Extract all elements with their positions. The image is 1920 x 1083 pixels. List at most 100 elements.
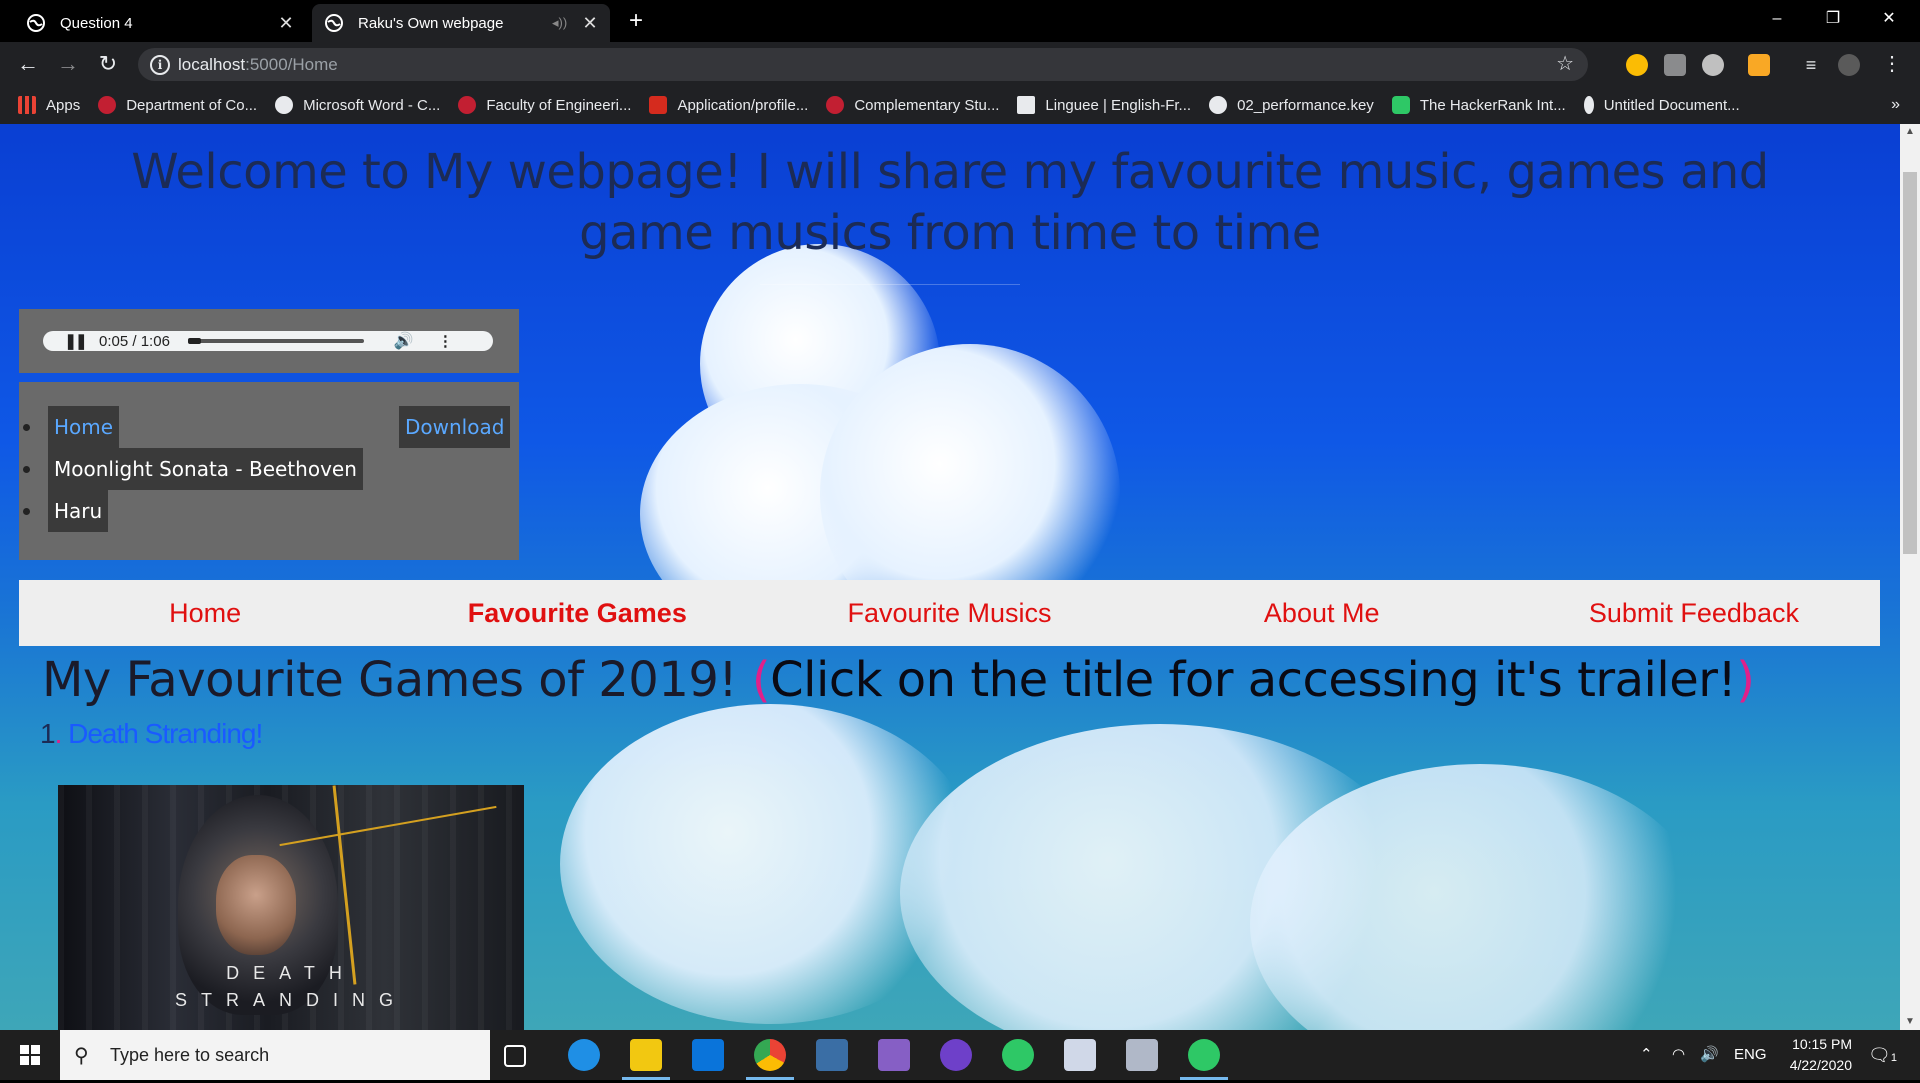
forward-arrow-icon[interactable]: → [52, 48, 84, 80]
extension-icon[interactable] [1626, 54, 1648, 76]
profile-avatar[interactable] [1838, 54, 1860, 76]
figma-icon [1583, 96, 1594, 114]
bookmarks-bar: Apps Department of Co... Microsoft Word … [0, 86, 1920, 124]
playlist-track[interactable]: Haru [48, 490, 109, 532]
bookmark-item[interactable]: Linguee | English-Fr... [1017, 96, 1191, 114]
minimize-button[interactable]: – [1749, 0, 1805, 40]
list-item: Moonlight Sonata - Beethoven [23, 448, 363, 490]
close-tab-icon[interactable]: ✕ [274, 13, 298, 34]
scroll-down-arrow-icon[interactable]: ▼ [1900, 1014, 1920, 1030]
divider [760, 284, 1020, 285]
extension-icon[interactable] [1702, 54, 1724, 76]
maple-leaf-icon [649, 96, 668, 114]
bookmark-item[interactable]: Untitled Document... [1583, 96, 1740, 114]
chrome-icon[interactable] [754, 1039, 786, 1071]
playlist-home-link[interactable]: Home [48, 406, 120, 448]
bookmarks-overflow-button[interactable]: » [1891, 86, 1900, 124]
audio-progress-bar[interactable] [187, 338, 364, 344]
bullet [23, 507, 30, 515]
system-clock[interactable]: 10:15 PM 4/22/2020 [1762, 1034, 1852, 1076]
face [216, 855, 296, 955]
restore-button[interactable]: ❐ [1805, 0, 1861, 40]
chevron-up-icon[interactable]: ⌃ [1640, 1030, 1653, 1080]
audio-playing-icon[interactable]: ◂)) [552, 15, 572, 31]
taskbar-search[interactable]: ⚲ Type here to search [60, 1030, 490, 1080]
windows-taskbar: ⚲ Type here to search ⌃ ◠ 🔊 ENG 10:15 PM… [0, 1030, 1920, 1080]
bookmark-item[interactable]: Complementary Stu... [826, 96, 999, 114]
wifi-icon[interactable]: ◠ [1672, 1030, 1685, 1080]
scroll-thumb[interactable] [1903, 172, 1917, 554]
bookmark-apps[interactable]: Apps [18, 96, 80, 114]
bookmark-item[interactable]: Application/profile... [649, 96, 808, 114]
atom-icon[interactable] [1188, 1039, 1220, 1071]
nav-about-me[interactable]: About Me [1136, 580, 1508, 646]
game-title-link[interactable]: Death Stranding! [68, 718, 263, 749]
volume-icon[interactable]: 🔊 [394, 331, 414, 351]
tab-rakus-webpage[interactable]: Raku's Own webpage ◂)) ✕ [312, 4, 610, 42]
search-icon: ⚲ [74, 1045, 89, 1067]
reload-icon[interactable]: ↻ [92, 48, 124, 80]
game-logo-line1: DEATH [226, 963, 356, 983]
page-scrollbar[interactable]: ▲ ▼ [1900, 124, 1920, 1030]
globe-icon [325, 14, 343, 32]
visual-studio-icon[interactable] [878, 1039, 910, 1071]
info-icon[interactable]: i [150, 55, 170, 75]
playlist-track[interactable]: Moonlight Sonata - Beethoven [48, 448, 363, 490]
game-cover-image[interactable]: DEATH STRANDING [58, 785, 524, 1030]
playlist: Home Download Moonlight Sonata - Beethov… [19, 382, 519, 560]
new-tab-button[interactable]: + [622, 6, 650, 36]
section-title: My Favourite Games of 2019! (Click on th… [42, 652, 1755, 708]
section-hint: Click on the title for accessing it's tr… [770, 652, 1737, 708]
list-item: 1. Death Stranding! [40, 718, 263, 749]
remote-desktop-icon[interactable] [816, 1039, 848, 1071]
bookmark-item[interactable]: 02_performance.key [1209, 96, 1374, 114]
bookmark-item[interactable]: Microsoft Word - C... [275, 96, 440, 114]
nav-home[interactable]: Home [19, 580, 391, 646]
audio-player-container: ❚❚ 0:05 / 1:06 🔊 ⋮ [19, 309, 519, 373]
more-options-icon[interactable]: ⋮ [438, 332, 453, 350]
media-control-icon[interactable]: ≡ [1800, 54, 1822, 76]
audio-time: 0:05 / 1:06 [99, 332, 170, 350]
nav-favourite-games[interactable]: Favourite Games [391, 580, 763, 646]
globe-icon [275, 96, 294, 114]
bookmark-item[interactable]: The HackerRank Int... [1391, 96, 1566, 114]
search-placeholder: Type here to search [110, 1045, 270, 1065]
volume-icon[interactable]: 🔊 [1700, 1030, 1719, 1080]
download-link[interactable]: Download [399, 406, 511, 448]
file-explorer-icon[interactable] [630, 1039, 662, 1071]
nav-submit-feedback[interactable]: Submit Feedback [1508, 580, 1880, 646]
scroll-up-arrow-icon[interactable]: ▲ [1900, 124, 1920, 140]
extension-icon[interactable] [1748, 54, 1770, 76]
close-tab-icon[interactable]: ✕ [578, 13, 602, 34]
address-bar[interactable]: i localhost:5000/Home ☆ [138, 48, 1588, 81]
bookmark-favicon-icon [98, 96, 117, 114]
edge-icon[interactable] [568, 1039, 600, 1071]
start-button[interactable] [0, 1030, 60, 1080]
github-icon[interactable] [940, 1039, 972, 1071]
bookmark-item[interactable]: Faculty of Engineeri... [458, 96, 631, 114]
app-icon[interactable] [1126, 1039, 1158, 1071]
bookmark-star-icon[interactable]: ☆ [1556, 48, 1574, 81]
bookmark-favicon-icon [826, 96, 845, 114]
nav-favourite-musics[interactable]: Favourite Musics [763, 580, 1135, 646]
hackerrank-icon [1391, 96, 1410, 114]
url-text[interactable]: localhost:5000/Home [178, 48, 338, 81]
list-item: Haru [23, 490, 109, 532]
close-window-button[interactable]: ✕ [1861, 0, 1917, 40]
package-icon[interactable] [1064, 1039, 1096, 1071]
bookmark-item[interactable]: Department of Co... [98, 96, 257, 114]
pause-icon[interactable]: ❚❚ [63, 332, 87, 350]
notifications-icon[interactable]: 🗨1 [1868, 1030, 1897, 1083]
browser-toolbar: ← → ↻ i localhost:5000/Home ☆ ≡ ⋮ [0, 42, 1920, 86]
back-arrow-icon[interactable]: ← [12, 48, 44, 80]
audio-progress-fill [187, 338, 202, 344]
task-view-icon[interactable] [504, 1045, 526, 1067]
atom-icon[interactable] [1002, 1039, 1034, 1071]
tab-question-4[interactable]: Question 4 ✕ [14, 4, 306, 42]
audio-player[interactable]: ❚❚ 0:05 / 1:06 🔊 ⋮ [43, 331, 493, 351]
extension-icon[interactable] [1664, 54, 1686, 76]
windows-logo-icon [20, 1045, 40, 1065]
bullet [23, 423, 30, 431]
mail-icon[interactable] [692, 1039, 724, 1071]
menu-dots-icon[interactable]: ⋮ [1882, 50, 1902, 78]
